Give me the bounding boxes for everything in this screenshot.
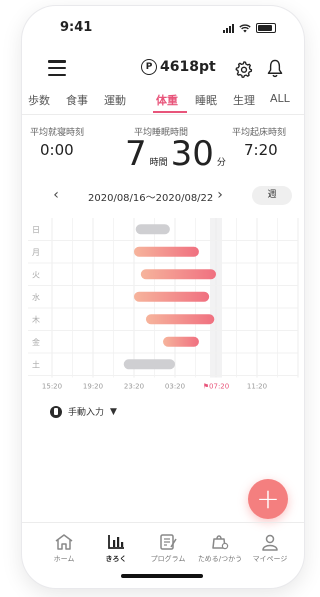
points-icon: P bbox=[141, 59, 157, 75]
status-icons bbox=[223, 23, 276, 33]
nav-records-label: きろく bbox=[105, 555, 127, 563]
phone-frame: 9:41 P 4618pt 歩数 食事 運動 体重 睡眠 生理 ALL 平均就寝… bbox=[22, 6, 304, 588]
avg-sleep-value: 7 時間 30 分 bbox=[125, 137, 229, 171]
nav-program-label: プログラム bbox=[150, 555, 186, 563]
sleep-chart: 日月火水木金土 15:20 19:20 23:20 03:20 ⚑07:20 11:20 bbox=[28, 218, 299, 391]
day-label: 木 bbox=[32, 314, 40, 324]
signal-icon bbox=[223, 23, 234, 33]
tab-sleep[interactable]: 睡眠 bbox=[195, 92, 217, 108]
wallet-icon bbox=[212, 535, 229, 550]
minutes-unit: 分 bbox=[216, 158, 226, 168]
nav-points[interactable]: ためる/つかう bbox=[192, 533, 248, 564]
home-icon bbox=[55, 534, 73, 550]
sleep-bar bbox=[123, 359, 175, 370]
avg-sleep-hours: 7 bbox=[125, 134, 147, 174]
next-week-button[interactable]: › bbox=[212, 186, 228, 206]
plus-icon: + bbox=[256, 482, 280, 515]
category-tabs: 歩数 食事 運動 体重 睡眠 生理 ALL bbox=[22, 90, 304, 115]
sleep-bar bbox=[145, 314, 215, 325]
tab-exercise[interactable]: 運動 bbox=[104, 92, 126, 108]
day-label: 水 bbox=[32, 292, 40, 302]
tab-steps[interactable]: 歩数 bbox=[28, 92, 50, 108]
x-tick-label: 03:20 bbox=[165, 383, 185, 391]
x-tick-label: 15:20 bbox=[42, 383, 62, 391]
avg-bedtime-label: 平均就寝時刻 bbox=[30, 128, 85, 138]
tab-period[interactable]: 生理 bbox=[233, 92, 255, 108]
nav-program[interactable]: プログラム bbox=[140, 533, 196, 564]
nav-mypage[interactable]: マイページ bbox=[242, 533, 298, 564]
bottom-nav: ホーム きろく プログラム ためる/つかう マイページ bbox=[22, 522, 304, 588]
program-icon bbox=[160, 534, 177, 550]
avg-sleep-minutes: 30 bbox=[170, 134, 214, 174]
avg-bedtime-value: 0:00 bbox=[40, 141, 74, 159]
active-tab-indicator bbox=[153, 111, 187, 113]
x-tick-label: 11:20 bbox=[247, 383, 267, 391]
nav-home-label: ホーム bbox=[53, 555, 75, 563]
day-label: 月 bbox=[32, 248, 40, 257]
sleep-bar bbox=[134, 246, 199, 257]
x-tick-label: 23:20 bbox=[124, 383, 144, 391]
manual-input-button[interactable]: 手動入力 ▼ bbox=[50, 405, 117, 418]
gear-icon[interactable] bbox=[235, 60, 253, 78]
person-icon bbox=[262, 534, 278, 551]
day-label: 土 bbox=[32, 359, 40, 369]
week-navigator: ‹ 2020/08/16〜2020/08/22 › 週 bbox=[48, 186, 292, 206]
x-tick-label: ⚑07:20 bbox=[203, 383, 229, 391]
battery-icon bbox=[256, 23, 276, 33]
bell-icon[interactable] bbox=[266, 59, 284, 78]
tab-weight[interactable]: 体重 bbox=[156, 92, 178, 108]
avg-wake-value: 7:20 bbox=[244, 141, 278, 159]
points-value: 4618pt bbox=[160, 59, 216, 75]
date-range: 2020/08/16〜2020/08/22 bbox=[88, 193, 214, 204]
home-indicator bbox=[121, 574, 203, 578]
period-week-button[interactable]: 週 bbox=[252, 186, 292, 205]
menu-icon[interactable] bbox=[48, 60, 66, 76]
manual-input-icon bbox=[50, 405, 62, 418]
avg-wake-label: 平均起床時刻 bbox=[232, 128, 287, 138]
nav-points-label: ためる/つかう bbox=[197, 555, 243, 563]
nav-home[interactable]: ホーム bbox=[36, 533, 92, 564]
add-button[interactable]: + bbox=[248, 479, 288, 519]
sleep-bar bbox=[134, 291, 210, 302]
top-bar: P 4618pt bbox=[22, 56, 304, 84]
prev-week-button[interactable]: ‹ bbox=[48, 186, 64, 206]
nav-mypage-label: マイページ bbox=[252, 555, 288, 563]
manual-input-label: 手動入力 bbox=[68, 408, 105, 418]
nav-records[interactable]: きろく bbox=[88, 533, 144, 564]
sleep-bar bbox=[163, 336, 199, 347]
dropdown-caret-icon: ▼ bbox=[110, 406, 117, 417]
day-label: 日 bbox=[32, 225, 40, 234]
sleep-bar bbox=[140, 269, 216, 280]
status-time: 9:41 bbox=[60, 20, 93, 35]
tab-meals[interactable]: 食事 bbox=[66, 92, 88, 108]
day-label: 火 bbox=[32, 270, 40, 279]
tab-all[interactable]: ALL bbox=[270, 92, 290, 105]
hours-unit: 時間 bbox=[149, 158, 168, 168]
bar-chart-icon bbox=[108, 535, 124, 549]
wifi-icon bbox=[239, 23, 251, 32]
x-tick-label: 19:20 bbox=[83, 383, 103, 391]
day-label: 金 bbox=[32, 337, 40, 347]
sleep-bar bbox=[135, 224, 170, 235]
points-display: P 4618pt bbox=[141, 59, 216, 75]
